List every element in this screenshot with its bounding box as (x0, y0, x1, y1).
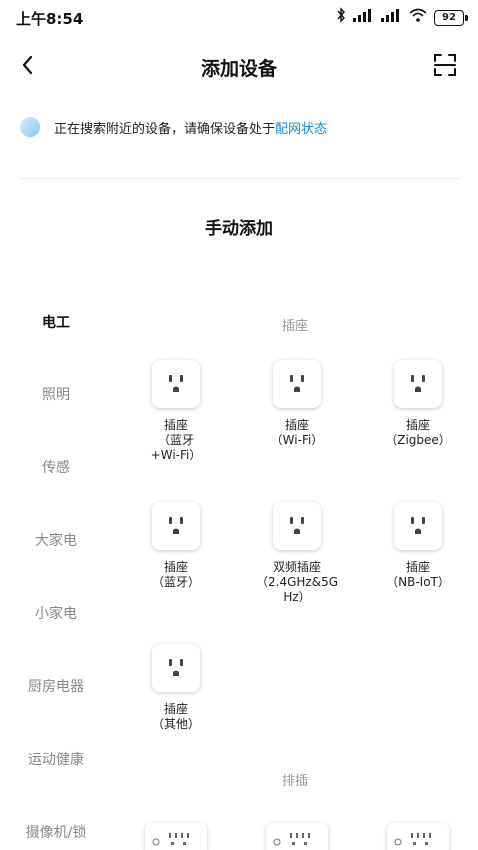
page-title: 添加设备 (200, 58, 277, 80)
scan-button[interactable] (430, 50, 460, 80)
device-item[interactable]: 插座 （蓝牙） (117, 502, 235, 590)
outlet-icon (152, 360, 200, 408)
status-bar: 上午8:54 92 (0, 0, 478, 34)
device-label: 插座 （Wi-Fi） (270, 418, 324, 447)
device-label: 插座 （蓝牙） (151, 560, 200, 589)
bluetooth-icon (336, 7, 346, 29)
group-title-outlet: 插座 (281, 319, 308, 334)
outlet-icon (152, 502, 200, 550)
category-item[interactable]: 厨房电器 (0, 676, 112, 696)
device-item[interactable]: 双频插座 （2.4GHz&5G Hz） (238, 502, 356, 605)
group-title-power-strip: 排插 (281, 774, 308, 789)
search-notice-text: 正在搜索附近的设备，请确保设备处于 (54, 121, 276, 137)
device-label: 双频插座 （2.4GHz&5G Hz） (256, 560, 338, 604)
outlet-icon (273, 502, 321, 550)
category-item[interactable]: 电工 (0, 312, 112, 332)
wifi-icon (408, 7, 428, 29)
category-item[interactable]: 小家电 (0, 603, 112, 623)
device-item[interactable]: 插座 （Wi-Fi） (238, 360, 356, 448)
outlet-icon (394, 360, 442, 408)
device-item[interactable]: 插座 （其他） (117, 644, 235, 732)
device-label: 插座 （蓝牙 +Wi-Fi） (150, 418, 202, 462)
device-label: 插座 （其他） (151, 702, 200, 731)
outlet-icon (394, 502, 442, 550)
category-item[interactable]: 摄像机/锁 (0, 822, 112, 842)
device-item[interactable]: 插座 （Zigbee） (359, 360, 477, 448)
battery-icon: 92 (434, 10, 468, 26)
status-icons: 92 (336, 7, 468, 29)
search-notice: 正在搜索附近的设备，请确保设备处于 配网状态 (20, 114, 460, 140)
pairing-mode-link[interactable]: 配网状态 (275, 118, 327, 137)
header: 添加设备 (0, 40, 478, 94)
device-label: 插座 （NB-IoT） (386, 560, 450, 589)
device-item[interactable]: 插座 （NB-IoT） (359, 502, 477, 590)
outlet-icon (152, 644, 200, 692)
outlet-icon (273, 360, 321, 408)
status-time: 上午8:54 (16, 10, 84, 28)
device-item[interactable]: 插座 （蓝牙 +Wi-Fi） (117, 360, 235, 463)
category-item[interactable]: 传感 (0, 457, 112, 477)
category-item[interactable]: 大家电 (0, 530, 112, 550)
power-strip-icon[interactable] (266, 823, 328, 850)
battery-level: 92 (434, 10, 464, 26)
category-item[interactable]: 运动健康 (0, 749, 112, 769)
signal-icon-2 (380, 7, 402, 29)
signal-icon (352, 7, 374, 29)
loading-spinner-icon (20, 117, 40, 137)
device-label: 插座 （Zigbee） (385, 418, 451, 447)
power-strip-icon[interactable] (387, 823, 449, 850)
manual-add-title: 手动添加 (205, 219, 273, 239)
scan-icon (434, 54, 456, 76)
power-strip-icon[interactable] (145, 823, 207, 850)
category-item[interactable]: 照明 (0, 384, 112, 404)
divider (20, 178, 460, 179)
